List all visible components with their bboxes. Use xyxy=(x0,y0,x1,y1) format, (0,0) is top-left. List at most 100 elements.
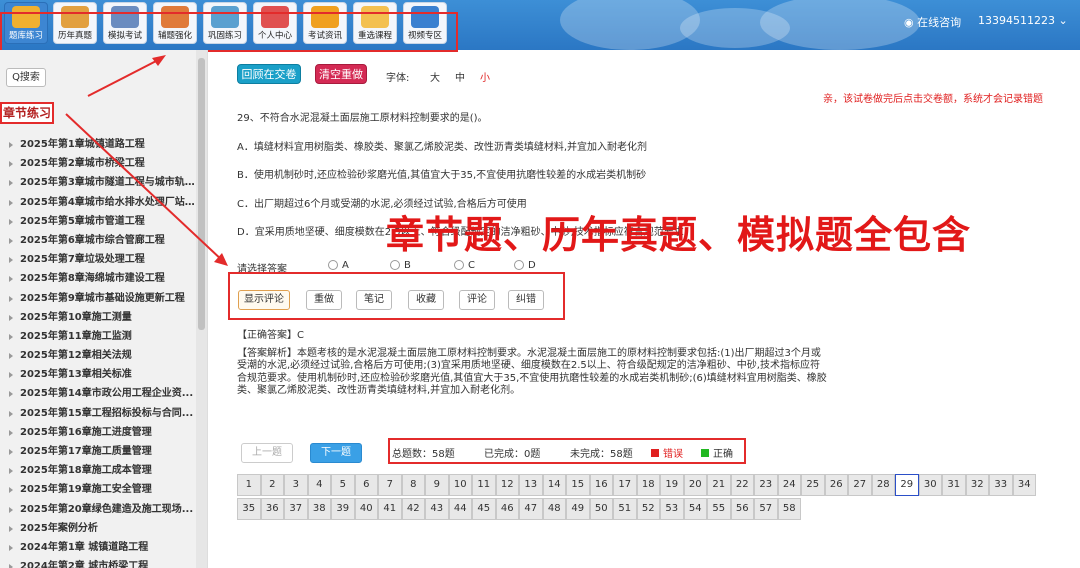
question-number-button[interactable]: 58 xyxy=(777,498,801,520)
question-number-button[interactable]: 11 xyxy=(472,474,496,496)
question-number-button[interactable]: 35 xyxy=(237,498,261,520)
question-number-button[interactable]: 26 xyxy=(824,474,848,496)
question-number-button[interactable]: 41 xyxy=(378,498,402,520)
question-number-button[interactable]: 44 xyxy=(448,498,472,520)
question-number-button[interactable]: 5 xyxy=(331,474,355,496)
redo-button[interactable]: 重做 xyxy=(306,290,342,310)
question-number-button[interactable]: 43 xyxy=(425,498,449,520)
question-number-button[interactable]: 12 xyxy=(495,474,519,496)
promo-overlay-text: 章节题、历年真题、模拟题全包含 xyxy=(386,212,972,257)
radio-icon xyxy=(454,260,464,270)
choice-label: A xyxy=(342,260,349,271)
question-number-button[interactable]: 14 xyxy=(542,474,566,496)
radio-icon xyxy=(514,260,524,270)
question-number-button[interactable]: 34 xyxy=(1012,474,1036,496)
wrong-label: 错误 xyxy=(663,449,683,460)
clear-redo-button[interactable]: 清空重做 xyxy=(315,64,367,84)
question-number-button[interactable]: 6 xyxy=(354,474,378,496)
question-number-button[interactable]: 32 xyxy=(965,474,989,496)
option-b-text: B．使用机制砂时,还应检验砂浆磨光值,其值宜大于35,不宜使用抗磨性较差的水成岩… xyxy=(237,170,647,181)
arrow-to-actions xyxy=(65,113,225,263)
submit-notice: 亲，该试卷做完后点击交卷额，系统才会记录错题 xyxy=(823,94,1043,105)
question-number-button[interactable]: 9 xyxy=(425,474,449,496)
question-number-button[interactable]: 51 xyxy=(613,498,637,520)
question-number-button[interactable]: 18 xyxy=(636,474,660,496)
question-number-button[interactable]: 30 xyxy=(918,474,942,496)
prev-question-button[interactable]: 上一题 xyxy=(241,443,293,463)
question-number-button[interactable]: 52 xyxy=(636,498,660,520)
font-large-option[interactable]: 大 xyxy=(430,69,440,84)
total-count: 总题数：58题 xyxy=(392,449,455,460)
question-number-button[interactable]: 48 xyxy=(542,498,566,520)
question-number-button[interactable]: 1 xyxy=(237,474,261,496)
show-comments-button[interactable]: 显示评论 xyxy=(238,290,290,310)
comment-button[interactable]: 评论 xyxy=(459,290,495,310)
question-number-button[interactable]: 17 xyxy=(613,474,637,496)
question-number-button[interactable]: 47 xyxy=(519,498,543,520)
question-number-button[interactable]: 10 xyxy=(448,474,472,496)
notes-button[interactable]: 笔记 xyxy=(356,290,392,310)
question-number-button[interactable]: 7 xyxy=(378,474,402,496)
choice-c-radio[interactable]: C xyxy=(454,260,475,271)
wrong-legend: 错误 xyxy=(651,445,683,460)
favorite-button[interactable]: 收藏 xyxy=(408,290,444,310)
question-number-button[interactable]: 19 xyxy=(660,474,684,496)
question-number-button[interactable]: 57 xyxy=(754,498,778,520)
font-small-option[interactable]: 小 xyxy=(480,69,490,84)
question-number-button[interactable]: 42 xyxy=(401,498,425,520)
right-color-swatch xyxy=(701,449,709,457)
question-number-button[interactable]: 40 xyxy=(354,498,378,520)
submit-button[interactable]: 回顾在交卷 xyxy=(237,64,301,84)
question-number-button[interactable]: 39 xyxy=(331,498,355,520)
correct-answer: 【正确答案】C xyxy=(237,330,304,341)
question-number-button[interactable]: 24 xyxy=(777,474,801,496)
next-question-button[interactable]: 下一题 xyxy=(310,443,362,463)
answer-explanation: 【答案解析】本题考核的是水泥混凝土面层施工原材料控制要求。水泥混凝土面层施工的原… xyxy=(237,348,827,397)
question-number-button[interactable]: 29 xyxy=(895,474,919,496)
question-number-button[interactable]: 21 xyxy=(707,474,731,496)
question-number-button[interactable]: 37 xyxy=(284,498,308,520)
question-number-button[interactable]: 56 xyxy=(730,498,754,520)
done-count: 已完成：0题 xyxy=(484,449,541,460)
question-number-button[interactable]: 38 xyxy=(307,498,331,520)
question-number-button[interactable]: 15 xyxy=(566,474,590,496)
question-number-button[interactable]: 45 xyxy=(472,498,496,520)
question-number-button[interactable]: 55 xyxy=(707,498,731,520)
choice-label: D xyxy=(528,260,536,271)
choice-a-radio[interactable]: A xyxy=(328,260,349,271)
wrong-color-swatch xyxy=(651,449,659,457)
option-a-text: A．填缝材料宜用树脂类、橡胶类、聚氯乙烯胶泥类、改性沥青类填缝材料,并宜加入耐老… xyxy=(237,142,648,153)
choice-b-radio[interactable]: B xyxy=(390,260,411,271)
question-number-button[interactable]: 53 xyxy=(660,498,684,520)
question-number-button[interactable]: 46 xyxy=(495,498,519,520)
question-number-button[interactable]: 33 xyxy=(989,474,1013,496)
question-number-button[interactable]: 13 xyxy=(519,474,543,496)
question-number-button[interactable]: 20 xyxy=(683,474,707,496)
question-number-button[interactable]: 31 xyxy=(942,474,966,496)
choice-label: C xyxy=(468,260,475,271)
question-number-button[interactable]: 16 xyxy=(589,474,613,496)
choice-d-radio[interactable]: D xyxy=(514,260,536,271)
arrow-head xyxy=(152,55,166,66)
question-number-button[interactable]: 23 xyxy=(754,474,778,496)
choice-label: B xyxy=(404,260,411,271)
question-number-button[interactable]: 54 xyxy=(683,498,707,520)
arrow-to-nav xyxy=(87,57,163,97)
right-legend: 正确 xyxy=(701,445,733,460)
question-number-button[interactable]: 49 xyxy=(566,498,590,520)
question-number-button[interactable]: 25 xyxy=(801,474,825,496)
font-size-label: 字体: xyxy=(386,73,410,84)
question-number-button[interactable]: 8 xyxy=(401,474,425,496)
radio-icon xyxy=(390,260,400,270)
question-number-button[interactable]: 28 xyxy=(871,474,895,496)
question-number-button[interactable]: 22 xyxy=(730,474,754,496)
question-number-button[interactable]: 2 xyxy=(260,474,284,496)
report-error-button[interactable]: 纠错 xyxy=(508,290,544,310)
font-medium-option[interactable]: 中 xyxy=(455,69,465,84)
question-number-button[interactable]: 3 xyxy=(284,474,308,496)
question-number-button[interactable]: 50 xyxy=(589,498,613,520)
question-number-button[interactable]: 27 xyxy=(848,474,872,496)
question-text: 29、不符合水泥混凝土面层施工原材料控制要求的是()。 xyxy=(237,113,488,124)
question-number-button[interactable]: 4 xyxy=(307,474,331,496)
question-number-button[interactable]: 36 xyxy=(260,498,284,520)
